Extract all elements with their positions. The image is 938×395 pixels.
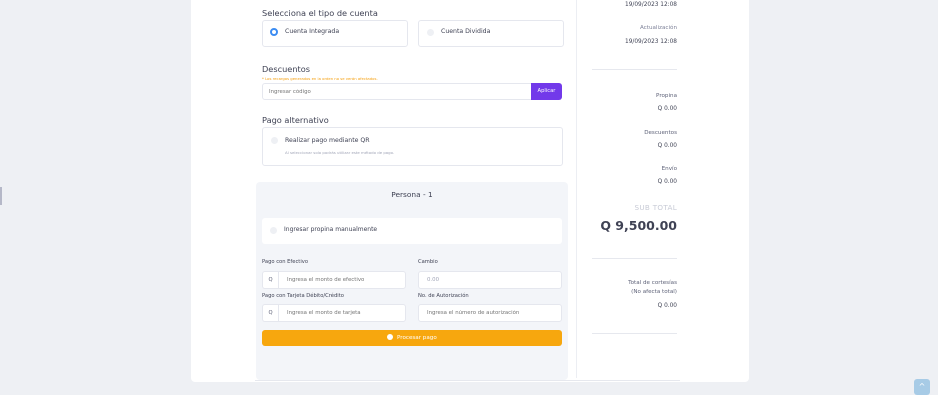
created-date: 19/09/2023 12:08 [625,2,677,8]
manual-tip-option[interactable]: Ingresar propina manualmente [262,218,562,244]
discounts-note: * Los recargos generados en la orden no … [262,76,378,81]
auth-number-input[interactable] [418,304,562,322]
qr-option-label: Realizar pago mediante QR [285,137,370,144]
updated-label: Actualización [639,25,677,31]
updated-date: 19/09/2023 12:08 [625,39,677,45]
summary-divider [592,333,677,334]
account-option-integrated[interactable]: Cuenta Integrada [262,20,408,47]
account-option-label: Cuenta Integrada [285,28,340,35]
summary-divider [592,69,677,70]
tip-summary-label: Propina [656,93,677,99]
person-title: Persona - 1 [391,190,433,199]
subtotal-label: SUB TOTAL [634,203,677,212]
auth-label: No. de Autorización [418,293,469,299]
qr-radio-icon[interactable] [271,137,278,144]
left-edge-handle [0,187,2,205]
process-payment-label: Procesar pago [397,335,437,341]
card-label: Pago con Tarjeta Débito/Crédito [262,293,344,299]
radio-unselected-icon[interactable] [427,29,434,36]
alt-payment-heading: Pago alternativo [262,115,329,125]
discounts-heading: Descuentos [262,64,311,74]
discount-code-input[interactable] [262,83,532,100]
cash-amount-input[interactable] [278,271,406,289]
chevron-up-icon: ^ [918,382,926,391]
discount-summary-value: Q 0.00 [657,143,677,149]
courtesy-label-line1: Total de cortesías [628,280,677,286]
radio-selected-icon[interactable] [270,28,278,36]
payment-bubble-icon [387,334,394,340]
change-field: 0.00 [418,271,562,289]
card-amount-input[interactable] [278,304,406,322]
summary-divider [592,258,677,259]
discount-summary-label: Descuentos [644,130,677,136]
process-payment-button[interactable]: Procesar pago [262,330,562,346]
scroll-top-button[interactable]: ^ [914,379,930,395]
subtotal-value: Q 9,500.00 [600,218,677,233]
cash-currency-prefix: Q [262,271,278,289]
shipping-summary-value: Q 0.00 [657,179,677,185]
qr-option-hint: Al seleccionar solo podrás utilizar este… [285,150,395,155]
column-divider [576,0,577,378]
card-currency-prefix: Q [262,304,278,322]
manual-tip-radio-icon[interactable] [270,227,277,234]
account-option-label: Cuenta Dividida [441,28,491,35]
qr-payment-option[interactable]: Realizar pago mediante QR Al seleccionar… [262,127,563,166]
account-option-divided[interactable]: Cuenta Dividida [418,20,564,47]
cash-label: Pago con Efectivo [262,259,309,265]
change-label: Cambio [418,259,438,265]
courtesy-value: Q 0.00 [657,303,677,309]
account-type-heading: Selecciona el tipo de cuenta [262,8,378,18]
apply-discount-button[interactable]: Aplicar [531,83,562,100]
tip-summary-value: Q 0.00 [657,106,677,112]
courtesy-label-line2: (No afecta total) [631,289,677,295]
manual-tip-label: Ingresar propina manualmente [284,226,378,233]
shipping-summary-label: Envío [661,166,677,172]
bottom-divider [255,380,680,381]
